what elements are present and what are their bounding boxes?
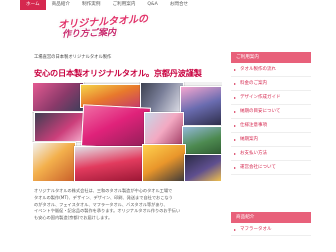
sidebar-item-label: お支払い方法: [240, 151, 267, 156]
sidebar-item-notes[interactable]: ▸ 仕様注意事項: [231, 119, 311, 133]
nav-products[interactable]: 商品紹介: [46, 0, 76, 10]
sidebar-item-delivery[interactable]: ▸ 納期案内: [231, 133, 311, 147]
sidebar-item-price[interactable]: ▸ 料金のご案内: [231, 77, 311, 91]
chevron-right-icon: ▸: [234, 81, 237, 86]
photo-red-towels: [74, 146, 144, 182]
chevron-right-icon: ▸: [234, 67, 237, 72]
main-nav: ホーム 商品紹介 制作実例 ご利用案内 Q&A お問合せ: [20, 0, 194, 10]
intro-line-1: オリジナルタオルの株式会社は、三和のタオル製造が中心のタオル工場で: [34, 188, 173, 193]
sidebar-item-label: 納期の目安について: [240, 109, 281, 114]
photo-towels-pink: [80, 104, 152, 150]
sidebar-item-label: 運営会社について: [240, 165, 276, 170]
hero-collage: [32, 82, 222, 182]
sidebar-item-label: デザイン作成ガイド: [240, 95, 281, 100]
chevron-right-icon: ▸: [234, 137, 237, 142]
sidebar-item-label: 納期案内: [240, 137, 258, 142]
sidebar-item-flow[interactable]: ▸ タオル製作の流れ: [231, 63, 311, 77]
intro-line-2: タオルの製作(MT)、デザイン、デザイン、印刷、発送まで自社でおこなう: [34, 194, 173, 200]
sidebar: ご利用案内 ▸ タオル製作の流れ ▸ 料金のご案内 ▸ デザイン作成ガイド ▸ 納期の目…: [231, 52, 311, 175]
chevron-right-icon: ▸: [234, 95, 237, 100]
top-bar: ホーム 商品紹介 制作実例 ご利用案内 Q&A お問合せ: [0, 0, 336, 10]
nav-contact[interactable]: お問合せ: [164, 0, 194, 10]
sidebar-item-label: 料金のご案内: [240, 81, 267, 86]
photo-night: [184, 154, 222, 182]
nav-home[interactable]: ホーム: [20, 0, 46, 10]
sidebar-menu: ▸ タオル製作の流れ ▸ 料金のご案内 ▸ デザイン作成ガイド ▸ 納期の目安について …: [231, 63, 311, 175]
chevron-right-icon: ▸: [234, 109, 237, 114]
sidebar-item-schedule[interactable]: ▸ 納期の目安について: [231, 105, 311, 119]
photo-field: [182, 126, 222, 156]
photo-concert: [180, 86, 222, 126]
photo-mascot: [32, 142, 76, 182]
site-tagline: 工場直営の日本製オリジナルタオル製作: [34, 55, 112, 60]
page-headline: 安心の日本製オリジナルタオル。京都丹波謹製: [34, 68, 202, 78]
site-logo[interactable]: オリジナルタオルの 作り方ご案内: [58, 13, 149, 45]
sidebar-item-muffler-towel[interactable]: ▸ マフラータオル: [231, 224, 311, 236]
sidebar-item-payment[interactable]: ▸ お支払い方法: [231, 147, 311, 161]
photo-crowd: [32, 82, 84, 112]
intro-line-4: イベントや販促・記念品の製作を承ります。オリジナルタオル作りのお手伝い: [34, 208, 181, 214]
sidebar-item-company[interactable]: ▸ 運営会社について: [231, 161, 311, 175]
intro-line-5: も安心の国内製造(京都)でお届けします。: [34, 215, 113, 221]
nav-examples[interactable]: 制作実例: [76, 0, 106, 10]
nav-faq[interactable]: Q&A: [141, 0, 163, 10]
sidebar-item-label: 仕様注意事項: [240, 123, 267, 128]
intro-line-3: のがタオル、フェイスタオル、マフラータオル、バスタオル等があり、: [34, 201, 168, 207]
photo-group: [144, 112, 184, 146]
sidebar-heading: ご利用案内: [231, 52, 311, 63]
intro-text: オリジナルタオルの株式会社は、三和のタオル製造が中心のタオル工場で タオルの製作…: [34, 188, 222, 222]
chevron-right-icon: ▸: [234, 151, 237, 156]
photo-stadium: [142, 144, 186, 182]
nav-guide[interactable]: ご利用案内: [106, 0, 141, 10]
chevron-right-icon: ▸: [234, 123, 237, 128]
sidebar-heading-products: 商品紹介: [231, 212, 311, 223]
sidebar-item-label: マフラータオル: [240, 227, 272, 232]
sidebar-item-design[interactable]: ▸ デザイン作成ガイド: [231, 91, 311, 105]
chevron-right-icon: ▸: [234, 165, 237, 170]
photo-fans: [34, 112, 86, 142]
chevron-right-icon: ▸: [234, 227, 237, 232]
sidebar-item-label: タオル製作の流れ: [240, 67, 276, 72]
logo-line-2: 作り方ご案内: [61, 28, 117, 40]
